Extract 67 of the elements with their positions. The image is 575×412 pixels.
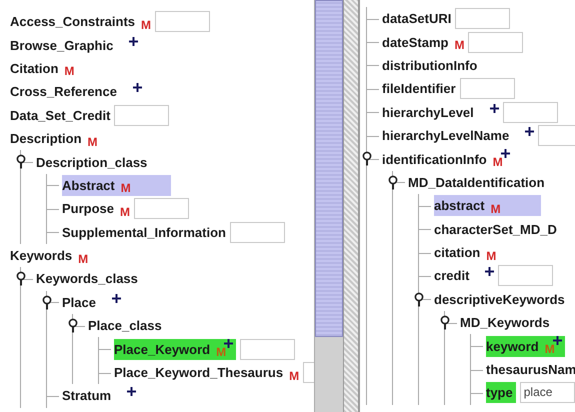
expand-handle-icon[interactable] bbox=[414, 292, 424, 307]
expand-handle-icon[interactable] bbox=[440, 315, 450, 330]
node-label[interactable]: type bbox=[486, 385, 513, 400]
node-label[interactable]: descriptiveKeywords bbox=[434, 292, 565, 307]
node-label[interactable]: fileIdentifier bbox=[382, 81, 456, 96]
node-label[interactable]: dateStamp bbox=[382, 34, 448, 50]
node-label[interactable]: Abstract bbox=[62, 178, 115, 193]
expand-handle-icon[interactable] bbox=[362, 151, 372, 166]
node-label[interactable]: MD_DataIdentification bbox=[408, 174, 545, 190]
node-label[interactable]: Citation bbox=[10, 60, 58, 76]
text-field[interactable] bbox=[155, 11, 210, 32]
mandatory-mark-label: M bbox=[88, 134, 98, 149]
node-label[interactable]: Keywords_class bbox=[36, 271, 138, 286]
mandatory-mark-label: M bbox=[216, 345, 226, 360]
node-label[interactable]: Place_Keyword_Thesaurus bbox=[114, 365, 284, 380]
node-label[interactable]: Browse_Graphic bbox=[10, 38, 114, 53]
text-field[interactable] bbox=[240, 338, 296, 360]
node-label[interactable]: credit bbox=[434, 268, 470, 284]
node-label[interactable]: dataSetURI bbox=[382, 11, 452, 26]
expand-handle-icon[interactable] bbox=[16, 271, 26, 286]
node-label[interactable]: characterSet_MD_D bbox=[434, 222, 557, 237]
text-field[interactable] bbox=[455, 8, 510, 30]
node-label[interactable]: Place bbox=[62, 294, 96, 310]
mandatory-mark-label: M bbox=[544, 342, 555, 356]
node-label[interactable]: Supplemental_Information bbox=[62, 224, 226, 240]
node-label[interactable]: Place_class bbox=[88, 318, 162, 334]
text-field[interactable]: place bbox=[520, 382, 575, 404]
expand-handle-icon[interactable] bbox=[16, 154, 26, 170]
mandatory-mark-label: M bbox=[486, 248, 496, 263]
expand-handle-icon[interactable] bbox=[42, 294, 52, 310]
node-label[interactable]: Description_class bbox=[36, 154, 148, 170]
node-label[interactable]: Purpose bbox=[62, 201, 114, 216]
text-field[interactable] bbox=[134, 198, 190, 220]
node-label[interactable]: distributionInfo bbox=[382, 58, 478, 73]
text-field[interactable] bbox=[468, 32, 524, 53]
node-label[interactable]: Keywords bbox=[10, 248, 72, 264]
mandatory-mark-label: M bbox=[490, 202, 501, 216]
mandatory-mark-label: M bbox=[64, 64, 74, 78]
node-label[interactable]: citation bbox=[434, 245, 480, 260]
node-label[interactable]: identificationInfo bbox=[382, 152, 487, 167]
expand-handle-icon[interactable] bbox=[388, 174, 398, 190]
mandatory-mark-label: M bbox=[454, 38, 464, 52]
mandatory-mark-label: M bbox=[120, 204, 130, 219]
node-label[interactable]: Access_Constraints bbox=[10, 14, 135, 30]
node-label[interactable]: MD_Keywords bbox=[460, 315, 550, 330]
mandatory-mark-label: M bbox=[141, 18, 151, 32]
mandatory-mark-label: M bbox=[78, 252, 88, 266]
node-label[interactable]: keyword bbox=[486, 338, 539, 354]
scrollbar-thumb[interactable] bbox=[315, 0, 343, 337]
scrollbar-track[interactable] bbox=[314, 0, 343, 412]
mandatory-mark-label: M bbox=[289, 368, 300, 383]
text-field[interactable] bbox=[460, 78, 515, 100]
node-label[interactable]: hierarchyLevelName bbox=[382, 128, 510, 144]
text-field[interactable] bbox=[230, 222, 285, 243]
node-label[interactable]: Place_Keyword bbox=[114, 342, 210, 357]
mandatory-mark-label: M bbox=[492, 155, 503, 170]
node-label[interactable]: Description bbox=[10, 131, 82, 146]
text-field[interactable] bbox=[502, 102, 558, 123]
expand-handle-icon[interactable] bbox=[68, 318, 78, 334]
node-label[interactable]: Stratum bbox=[62, 388, 112, 404]
mandatory-mark-label: M bbox=[120, 181, 131, 196]
node-label[interactable]: Cross_Reference bbox=[10, 84, 117, 100]
node-label[interactable]: Data_Set_Credit bbox=[10, 108, 110, 123]
node-label[interactable]: hierarchyLevel bbox=[382, 104, 474, 120]
text-field[interactable] bbox=[498, 265, 554, 286]
node-label[interactable]: abstract bbox=[434, 198, 485, 214]
text-field[interactable] bbox=[114, 104, 170, 126]
